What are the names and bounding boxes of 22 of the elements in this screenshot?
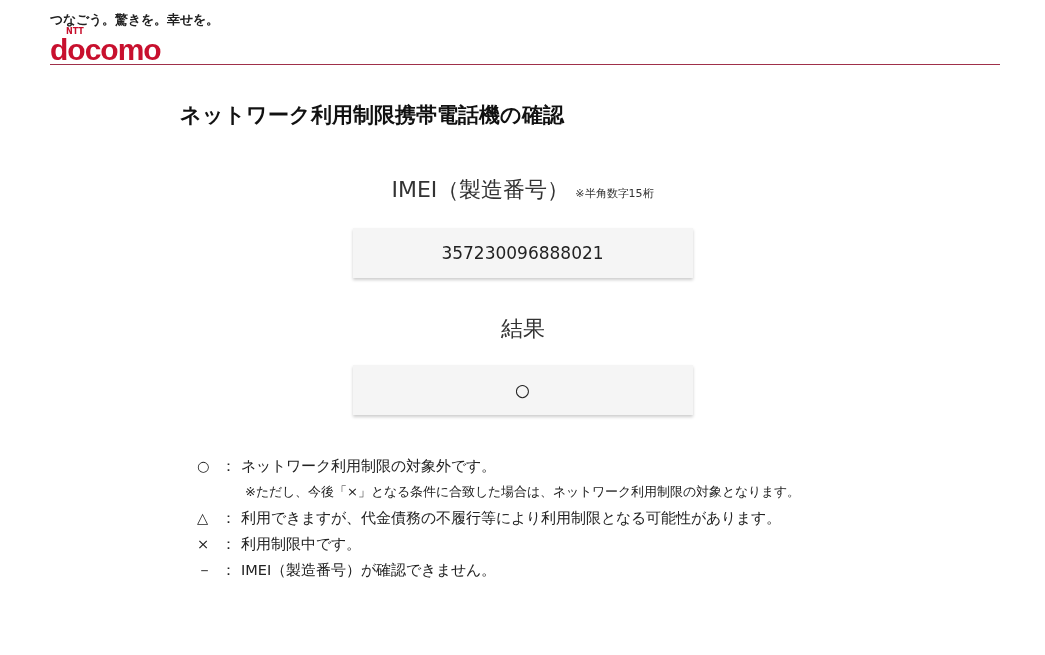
legend-note: ※ただし、今後「×」となる条件に合致した場合は、ネットワーク利用制限の対象となります。 — [245, 483, 801, 502]
legend-symbol: △ — [197, 509, 210, 529]
legend-symbol: ○ — [197, 457, 211, 477]
tagline: つなごう。驚きを。幸せを。 — [50, 12, 220, 27]
legend-text: 利用できますが、代金債務の不履行等により利用制限となる可能性があります。 — [241, 509, 781, 529]
legend-colon: ： — [221, 561, 237, 581]
legend-colon: ： — [221, 535, 237, 555]
legend-text: 利用制限中です。 — [241, 535, 361, 555]
legend-text: IMEI（製造番号）が確認できません。 — [241, 561, 497, 581]
logo-small-text: NTT — [66, 28, 84, 36]
legend-symbol: × — [197, 535, 211, 555]
legend-colon: ： — [221, 457, 237, 477]
page-title: ネットワーク利用制限携帯電話機の確認 — [180, 103, 566, 129]
logo: docomo — [50, 36, 161, 63]
imei-field[interactable]: 357230096888021 — [352, 228, 693, 279]
result-field[interactable]: ○ — [352, 365, 693, 416]
imei-note: ※半角数字15桁 — [575, 187, 654, 201]
legend-text: ネットワーク利用制限の対象外です。 — [241, 457, 496, 477]
imei-label: IMEI（製造番号） — [391, 177, 570, 203]
result-label: 結果 — [500, 316, 545, 342]
legend-symbol: － — [197, 561, 213, 581]
legend-colon: ： — [221, 509, 237, 529]
